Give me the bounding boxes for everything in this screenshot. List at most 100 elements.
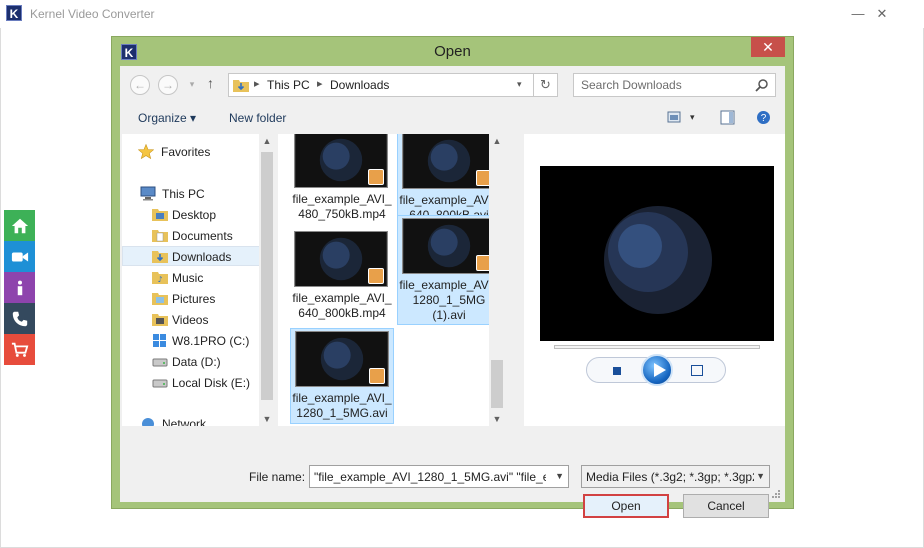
folder-icon — [152, 209, 168, 221]
star-icon — [138, 144, 154, 159]
nav-item-videos[interactable]: Videos — [152, 310, 262, 330]
nav-item-downloads[interactable]: Downloads — [122, 246, 261, 266]
svg-text:♪: ♪ — [157, 275, 162, 284]
refresh-button[interactable]: ↻ — [534, 73, 558, 97]
nav-item-c-drive[interactable]: W8.1PRO (C:) — [152, 331, 262, 351]
dialog-close-button[interactable]: ✕ — [751, 37, 785, 57]
cart-icon — [11, 342, 28, 357]
nav-item-this-pc[interactable]: This PC — [140, 184, 260, 204]
phone-icon — [12, 311, 27, 326]
chevron-down-icon[interactable]: ▼ — [555, 471, 564, 481]
video-thumbnail — [295, 331, 389, 387]
play-badge-icon — [369, 368, 385, 384]
search-box[interactable] — [573, 73, 776, 97]
open-in-player-icon[interactable] — [691, 365, 703, 376]
file-name: 480_750kB.mp4 — [298, 207, 386, 221]
drive-icon — [152, 358, 168, 367]
play-button[interactable] — [641, 354, 673, 386]
sidebar-video-button[interactable] — [4, 241, 35, 272]
file-tile[interactable]: file_example_AVI_ 640_800kB.mp4 — [290, 229, 394, 325]
open-dialog: K Open ✕ ← → ▾ ↑ ▸ This PC ▸ Downloads ▾… — [111, 36, 794, 518]
file-name-label: File name: — [249, 470, 306, 484]
video-thumbnail — [402, 218, 496, 274]
drive-icon — [153, 334, 166, 347]
sidebar-phone-button[interactable] — [4, 303, 35, 334]
search-input[interactable] — [574, 74, 744, 96]
drive-icon — [152, 379, 168, 388]
video-camera-icon — [11, 252, 28, 261]
file-name: file_example_AVI_ — [292, 391, 392, 405]
scroll-down-icon[interactable]: ▼ — [489, 412, 505, 426]
nav-item-e-drive[interactable]: Local Disk (E:) — [152, 373, 262, 393]
resize-grip-icon[interactable] — [771, 489, 781, 499]
nav-item-documents[interactable]: Documents — [152, 226, 262, 246]
breadcrumb-separator: ▸ — [254, 78, 260, 90]
scroll-thumb[interactable] — [261, 152, 273, 400]
file-name: 1280_1_5MG — [412, 293, 486, 307]
file-name-input[interactable]: "file_example_AVI_1280_1_5MG.avi" "file_… — [309, 465, 569, 488]
change-view-icon[interactable] — [667, 110, 681, 124]
play-badge-icon — [368, 268, 384, 284]
close-button[interactable]: ✕ — [872, 4, 892, 24]
nav-item-music[interactable]: ♪ Music — [152, 268, 262, 288]
app-logo-icon: K — [6, 5, 22, 21]
breadcrumb-this-pc[interactable]: This PC — [267, 78, 310, 92]
folder-icon — [152, 293, 168, 305]
player-controls — [586, 354, 726, 386]
new-folder-button[interactable]: New folder — [229, 111, 286, 125]
preview-pane — [524, 134, 785, 426]
dialog-body: ← → ▾ ↑ ▸ This PC ▸ Downloads ▾ ↻ Organi… — [120, 66, 785, 518]
sidebar-cart-button[interactable] — [4, 334, 35, 365]
back-button[interactable]: ← — [130, 75, 150, 95]
file-name: 640_800kB.mp4 — [298, 306, 386, 320]
info-icon — [17, 280, 22, 295]
cancel-button[interactable]: Cancel — [683, 494, 769, 518]
nav-item-d-drive[interactable]: Data (D:) — [152, 352, 262, 372]
scroll-thumb[interactable] — [491, 360, 503, 408]
nav-item-desktop[interactable]: Desktop — [152, 205, 262, 225]
svg-text:?: ? — [761, 113, 767, 124]
breadcrumb-downloads[interactable]: Downloads — [330, 78, 389, 92]
navigation-pane: Favorites This PC Desktop Documents Down… — [122, 134, 275, 426]
network-icon — [142, 418, 154, 426]
file-tile[interactable]: file_example_AVI_ 1280_1_5MG.avi — [290, 328, 394, 424]
file-type-select[interactable]: Media Files (*.3g2; *.3gp; *.3gp2 ▼ — [581, 465, 770, 488]
file-name-value: "file_example_AVI_1280_1_5MG.avi" "file_… — [314, 470, 546, 484]
scroll-up-icon[interactable]: ▲ — [489, 134, 505, 148]
address-dropdown-icon[interactable]: ▾ — [517, 79, 522, 90]
help-icon[interactable]: ? — [756, 110, 771, 125]
view-options-dropdown[interactable]: ▾ — [690, 112, 695, 123]
preview-pane-icon[interactable] — [720, 110, 735, 125]
minimize-button[interactable]: — — [848, 4, 868, 24]
recent-locations-dropdown[interactable]: ▾ — [182, 75, 202, 95]
chevron-down-icon[interactable]: ▼ — [756, 471, 765, 481]
file-tile[interactable]: file_example_AVI_ 640_800kB.avi — [397, 134, 501, 226]
file-pane-scrollbar[interactable]: ▲ ▼ — [489, 134, 505, 426]
seek-bar[interactable] — [554, 345, 760, 349]
file-type-value: Media Files (*.3g2; *.3gp; *.3gp2 — [586, 470, 754, 484]
nav-pane-scrollbar[interactable]: ▲ ▼ — [259, 134, 275, 426]
file-tile[interactable]: file_example_AVI_ 1280_1_5MG (1).avi — [397, 215, 501, 325]
video-thumbnail — [294, 134, 388, 188]
sidebar-home-button[interactable] — [4, 210, 35, 241]
file-name: (1).avi — [432, 308, 466, 322]
dialog-title: Open — [434, 43, 471, 60]
app-title-bar: K Kernel Video Converter — ✕ — [0, 0, 924, 28]
file-name: 1280_1_5MG.avi — [296, 406, 388, 420]
stop-button[interactable] — [613, 367, 621, 375]
open-button[interactable]: Open — [583, 494, 669, 518]
nav-item-favorites[interactable]: Favorites — [138, 142, 258, 162]
nav-item-network[interactable]: Network — [140, 414, 250, 426]
folder-download-icon — [152, 251, 168, 263]
up-button[interactable]: ↑ — [207, 75, 214, 91]
scroll-up-icon[interactable]: ▲ — [259, 134, 275, 148]
dialog-title-bar: K Open ✕ — [112, 37, 793, 65]
scroll-down-icon[interactable]: ▼ — [259, 412, 275, 426]
address-bar[interactable]: ▸ This PC ▸ Downloads ▾ — [228, 73, 534, 97]
forward-button[interactable]: → — [158, 75, 178, 95]
folder-icon: ♪ — [152, 272, 168, 284]
organize-menu[interactable]: Organize ▾ — [138, 111, 196, 125]
nav-item-pictures[interactable]: Pictures — [152, 289, 262, 309]
file-tile[interactable]: file_example_AVI_ 480_750kB.mp4 — [290, 134, 394, 226]
sidebar-info-button[interactable] — [4, 272, 35, 303]
